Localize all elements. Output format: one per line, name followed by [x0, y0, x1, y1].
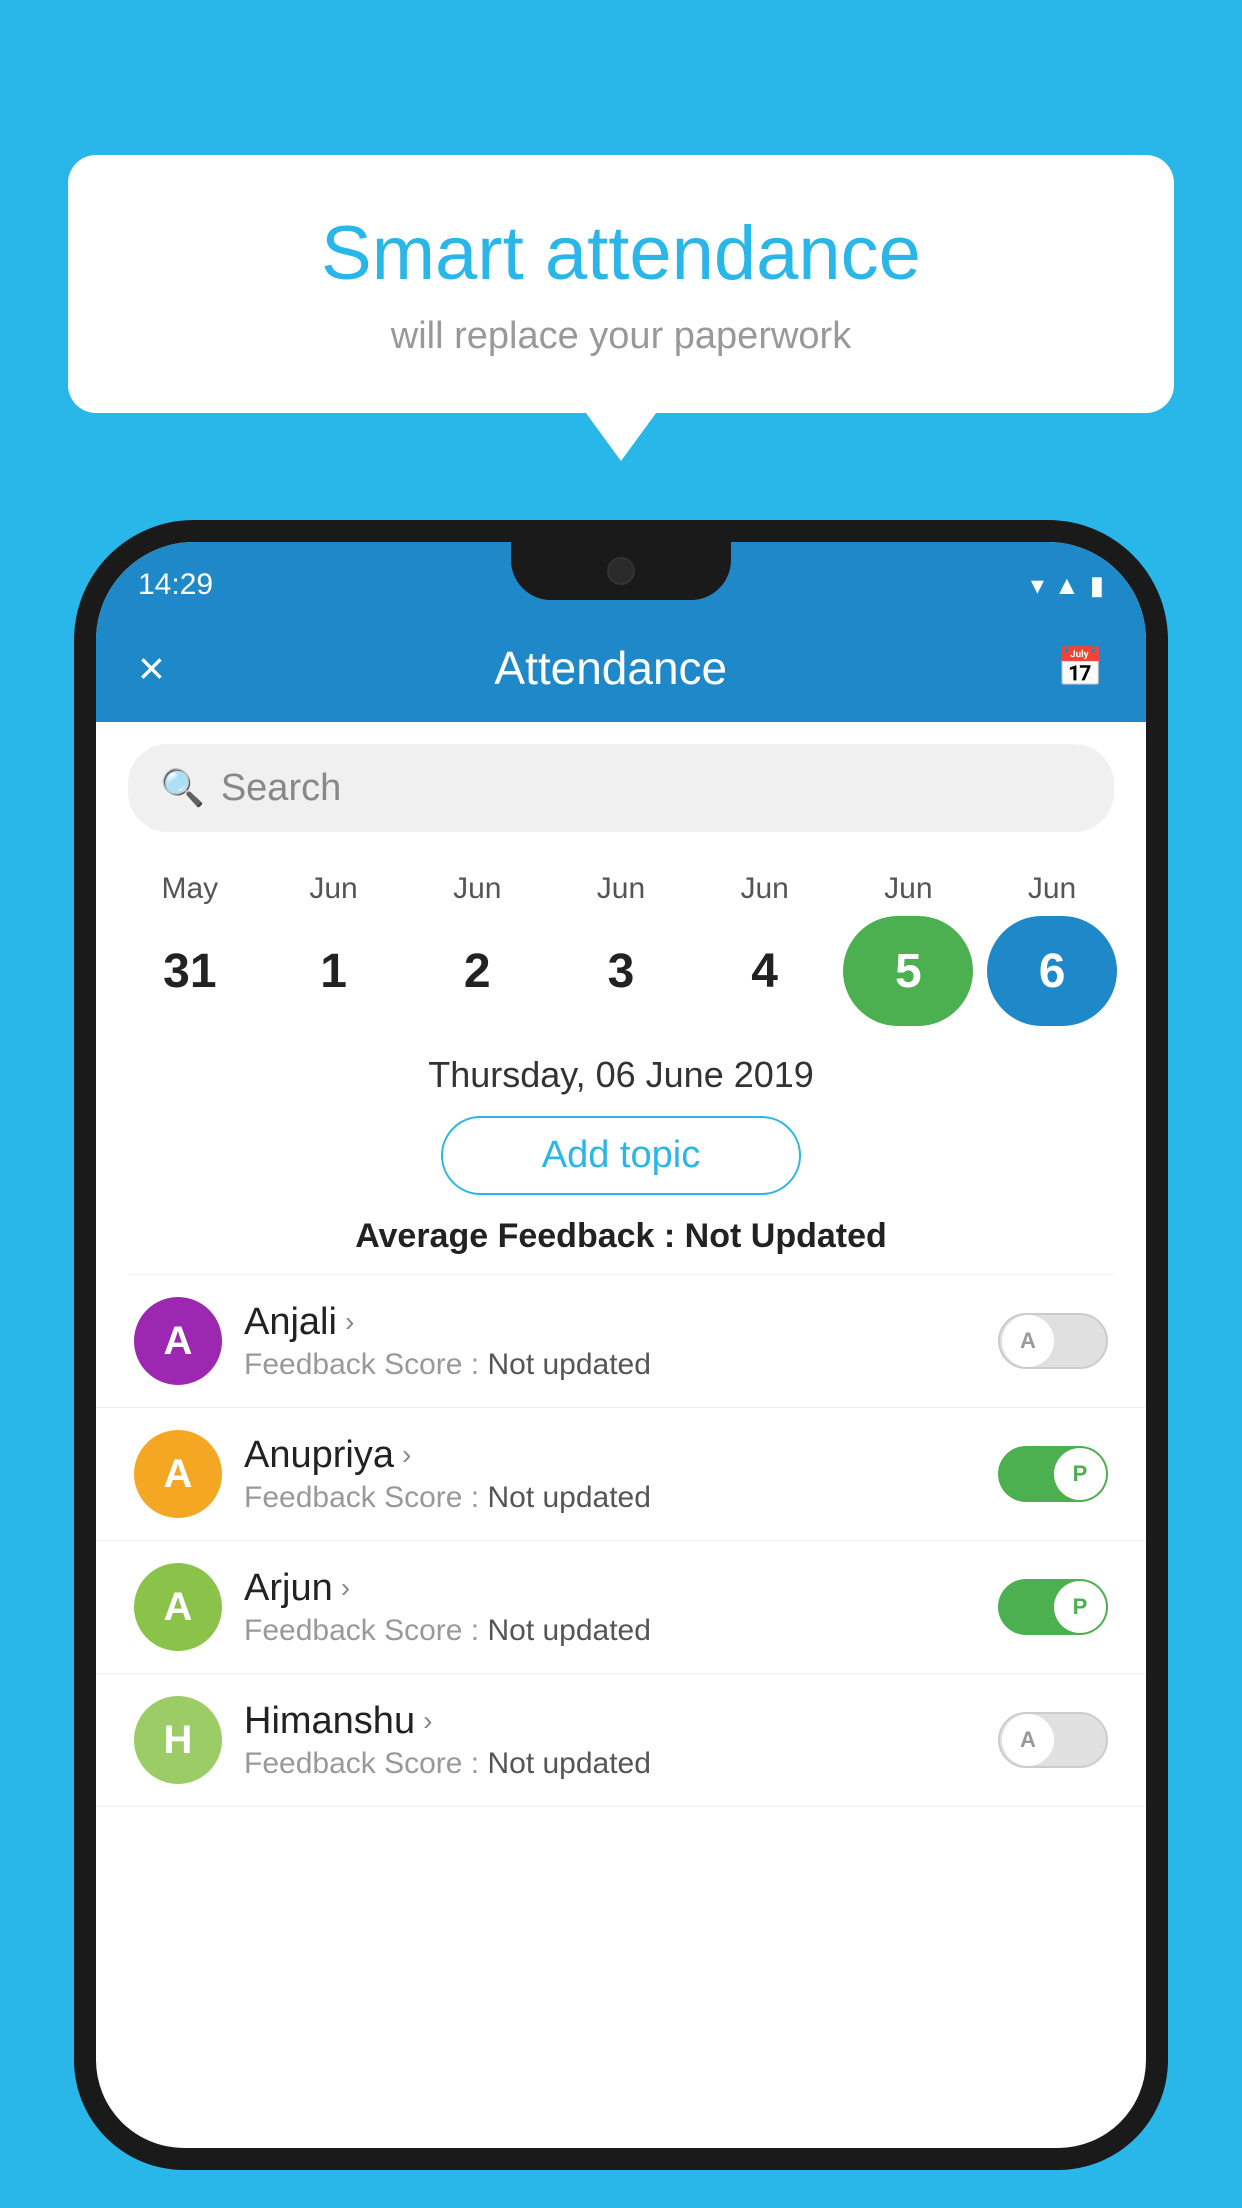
phone-outer: 14:29 ▾ ▲ ▮ × Attendance 📅 🔍 Search	[74, 520, 1168, 2170]
search-icon: 🔍	[160, 767, 205, 809]
cal-day-2[interactable]: 2	[412, 916, 542, 1026]
toggle-1[interactable]: P	[998, 1446, 1108, 1502]
student-info-2: Arjun › Feedback Score : Not updated	[244, 1567, 976, 1648]
app-header: × Attendance 📅	[96, 614, 1146, 722]
feedback-value-1: Not updated	[487, 1481, 650, 1514]
status-icons: ▾ ▲ ▮	[1031, 570, 1104, 601]
toggle-wrap-0[interactable]: A	[998, 1313, 1108, 1369]
phone-frame: 14:29 ▾ ▲ ▮ × Attendance 📅 🔍 Search	[74, 520, 1168, 2208]
student-name-0[interactable]: Anjali ›	[244, 1301, 976, 1344]
student-feedback-2: Feedback Score : Not updated	[244, 1614, 976, 1648]
feedback-value-2: Not updated	[487, 1614, 650, 1647]
student-name-1[interactable]: Anupriya ›	[244, 1434, 976, 1477]
student-info-3: Himanshu › Feedback Score : Not updated	[244, 1700, 976, 1781]
student-feedback-3: Feedback Score : Not updated	[244, 1747, 976, 1781]
close-button[interactable]: ×	[138, 641, 165, 695]
student-info-1: Anupriya › Feedback Score : Not updated	[244, 1434, 976, 1515]
bubble-subtitle: will replace your paperwork	[128, 315, 1114, 358]
student-avatar-1: A	[134, 1430, 222, 1518]
add-topic-button[interactable]: Add topic	[441, 1116, 801, 1195]
header-title: Attendance	[494, 641, 727, 695]
student-list: AAnjali ›Feedback Score : Not updatedAAA…	[96, 1275, 1146, 1807]
speech-bubble: Smart attendance will replace your paper…	[68, 155, 1174, 413]
cal-month-0: May	[125, 872, 255, 906]
avg-feedback-label: Average Feedback :	[355, 1217, 684, 1255]
phone-notch	[511, 542, 731, 600]
cal-month-6: Jun	[987, 872, 1117, 906]
student-item-1: A Anupriya › Feedback Score : Not updated P	[96, 1408, 1146, 1541]
chevron-icon: ›	[341, 1572, 350, 1604]
chevron-icon: ›	[423, 1705, 432, 1737]
chevron-icon: ›	[402, 1439, 411, 1471]
feedback-value-3: Not updated	[487, 1747, 650, 1780]
student-feedback-1: Feedback Score : Not updated	[244, 1481, 976, 1515]
student-name-2[interactable]: Arjun ›	[244, 1567, 976, 1610]
selected-date-label: Thursday, 06 June 2019	[96, 1044, 1146, 1116]
cal-month-4: Jun	[700, 872, 830, 906]
cal-month-3: Jun	[556, 872, 686, 906]
student-feedback-0: Feedback Score : Not updated	[244, 1348, 976, 1382]
toggle-wrap-3[interactable]: A	[998, 1712, 1108, 1768]
chevron-icon: ›	[345, 1306, 354, 1338]
bubble-title: Smart attendance	[128, 210, 1114, 297]
status-time: 14:29	[138, 568, 213, 602]
student-item-0: A Anjali › Feedback Score : Not updated A	[96, 1275, 1146, 1408]
phone-screen: 14:29 ▾ ▲ ▮ × Attendance 📅 🔍 Search	[96, 542, 1146, 2148]
toggle-knob-1: P	[1054, 1448, 1106, 1500]
student-avatar-3: H	[134, 1696, 222, 1784]
avg-feedback-value: Not Updated	[685, 1217, 887, 1255]
calendar-months-row: May Jun Jun Jun Jun Jun Jun	[96, 854, 1146, 906]
speech-bubble-container: Smart attendance will replace your paper…	[68, 155, 1174, 413]
cal-month-5: Jun	[843, 872, 973, 906]
student-avatar-2: A	[134, 1563, 222, 1651]
cal-day-3[interactable]: 3	[556, 916, 686, 1026]
toggle-3[interactable]: A	[998, 1712, 1108, 1768]
student-info-0: Anjali › Feedback Score : Not updated	[244, 1301, 976, 1382]
cal-day-5[interactable]: 5	[843, 916, 973, 1026]
toggle-wrap-2[interactable]: P	[998, 1579, 1108, 1635]
signal-icon: ▲	[1054, 570, 1080, 601]
student-avatar-0: A	[134, 1297, 222, 1385]
cal-day-1[interactable]: 1	[269, 916, 399, 1026]
calendar-dates-row[interactable]: 31123456	[96, 906, 1146, 1044]
toggle-0[interactable]: A	[998, 1313, 1108, 1369]
wifi-icon: ▾	[1031, 570, 1044, 601]
cal-month-2: Jun	[412, 872, 542, 906]
cal-month-1: Jun	[269, 872, 399, 906]
battery-icon: ▮	[1090, 570, 1104, 601]
toggle-knob-2: P	[1054, 1581, 1106, 1633]
cal-day-4[interactable]: 4	[700, 916, 830, 1026]
toggle-knob-3: A	[1002, 1714, 1054, 1766]
phone-camera	[607, 557, 635, 585]
cal-day-6[interactable]: 6	[987, 916, 1117, 1026]
student-name-3[interactable]: Himanshu ›	[244, 1700, 976, 1743]
search-placeholder: Search	[221, 767, 341, 810]
search-bar[interactable]: 🔍 Search	[128, 744, 1114, 832]
student-item-2: A Arjun › Feedback Score : Not updated P	[96, 1541, 1146, 1674]
student-item-3: H Himanshu › Feedback Score : Not updated A	[96, 1674, 1146, 1807]
cal-day-31[interactable]: 31	[125, 916, 255, 1026]
toggle-2[interactable]: P	[998, 1579, 1108, 1635]
toggle-wrap-1[interactable]: P	[998, 1446, 1108, 1502]
calendar-icon[interactable]: 📅	[1057, 646, 1104, 690]
avg-feedback: Average Feedback : Not Updated	[96, 1217, 1146, 1256]
feedback-value-0: Not updated	[487, 1348, 650, 1381]
toggle-knob-0: A	[1002, 1315, 1054, 1367]
